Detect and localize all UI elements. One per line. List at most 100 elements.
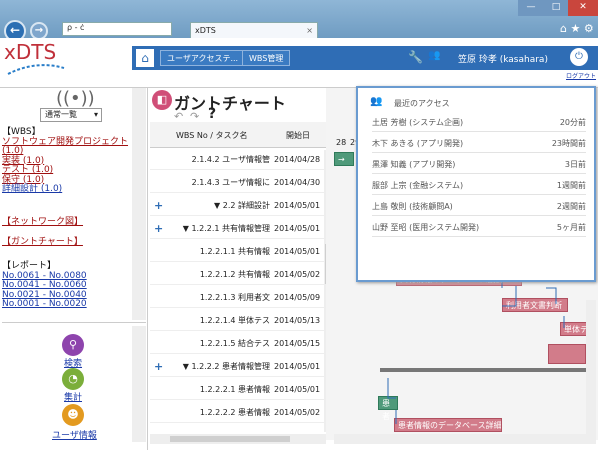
- gantt-chart-link[interactable]: 【ガントチャート】: [2, 237, 83, 248]
- recent-time: 5ヶ月前: [556, 223, 586, 232]
- recent-access-item[interactable]: 木下 あきる (アプリ開発) 23時間前: [372, 135, 586, 153]
- recent-access-item[interactable]: 土居 芳樹 (システム企画) 20分前: [372, 114, 586, 132]
- recent-access-item[interactable]: 山野 至昭 (医用システム開発) 5ヶ月前: [372, 219, 586, 237]
- table-row[interactable]: + ▼ 1.2.2.1 共有情報管理 2014/05/01: [150, 219, 326, 239]
- chart-icon[interactable]: ◔: [62, 368, 84, 390]
- report-section: 【レポート】 No.0061 - No.0080 No.0041 - No.00…: [2, 261, 87, 310]
- home-icon[interactable]: ⌂: [560, 22, 567, 35]
- task-start-date: 2014/05/01: [274, 385, 321, 394]
- h-scroll-thumb[interactable]: [170, 436, 290, 442]
- task-start-date: 2014/05/15: [274, 339, 321, 348]
- task-start-date: 2014/05/01: [274, 224, 321, 233]
- table-row[interactable]: 2.1.4.3 ユーザ情報に 2014/04/30: [150, 173, 326, 193]
- wbs-section: 【WBS】 ソフトウェア開発プロジェクト (1.0) 実装 (1.0) テスト …: [2, 127, 142, 195]
- user-name: 笠原 玲孝 (kasahara): [458, 55, 548, 65]
- col-start-date[interactable]: 開始日: [286, 130, 310, 141]
- recent-access-item[interactable]: 上島 敬則 (技術顧問A) 2週間前: [372, 198, 586, 216]
- tab-title: xDTS: [195, 26, 216, 35]
- breadcrumb-item-1[interactable]: ユーザアクセステ...: [160, 50, 246, 66]
- recent-user: 土居 芳樹 (システム企画): [372, 118, 464, 127]
- task-name: 1.2.2.1.1 共有情報: [199, 247, 270, 256]
- task-start-date: 2014/05/13: [274, 316, 321, 325]
- menu-summary-label[interactable]: 集計: [64, 390, 82, 403]
- logo-swoosh: [7, 64, 65, 75]
- task-name: ▼ 2.2 詳細設計: [214, 201, 270, 210]
- recent-time: 3日前: [564, 160, 586, 169]
- minimize-icon[interactable]: —: [518, 0, 544, 16]
- report-link[interactable]: No.0001 - No.0020: [2, 299, 87, 310]
- menu-user-info-label[interactable]: ユーザ情報: [52, 428, 97, 441]
- wbs-item[interactable]: 詳細設計 (1.0): [2, 184, 142, 195]
- task-name: 1.2.2.2.2 患者情報: [199, 408, 270, 417]
- recent-access-panel: 👥 最近のアクセス 土居 芳樹 (システム企画) 20分前 木下 あきる (アプリ開…: [356, 86, 596, 282]
- gantt-h-scrollbar[interactable]: [334, 434, 596, 444]
- network-diagram-link[interactable]: 【ネットワーク図】: [2, 217, 83, 228]
- recent-user: 上島 敬則 (技術顧問A): [372, 202, 453, 211]
- home-icon: ⌂: [141, 51, 149, 65]
- tab-close-icon[interactable]: ×: [306, 23, 313, 38]
- table-row[interactable]: 2.1.4.2 ユーザ情報管 2014/04/28: [150, 150, 326, 170]
- gear-icon[interactable]: ⚙: [584, 22, 594, 35]
- table-row[interactable]: 1.2.2.1.4 単体テス 2014/05/13: [150, 311, 326, 331]
- breadcrumb-item-2[interactable]: WBS管理: [242, 50, 291, 66]
- sidebar-divider: [2, 322, 146, 323]
- gantt-page-icon: ◧: [152, 90, 172, 110]
- task-name: 2.1.4.2 ユーザ情報管: [191, 155, 270, 164]
- browser-tab[interactable]: xDTS ×: [190, 22, 318, 38]
- recent-access-item[interactable]: 服部 上宗 (金融システム) 1週間前: [372, 177, 586, 195]
- app-logo[interactable]: xDTS: [4, 40, 56, 64]
- table-row[interactable]: 1.2.2.2.1 患者情報 2014/05/01: [150, 380, 326, 400]
- table-row[interactable]: 1.2.2.1.2 共有情報 2014/05/02: [150, 265, 326, 285]
- sidebar-scrollbar-bottom[interactable]: [132, 326, 146, 442]
- users-icon[interactable]: 👥: [428, 50, 440, 61]
- col-wbs-name[interactable]: WBS No / タスク名: [176, 130, 248, 141]
- browser-toolbar-icons[interactable]: ⌂ ★ ⚙: [560, 22, 594, 35]
- task-start-date: 2014/04/28: [274, 155, 321, 164]
- logout-link[interactable]: ログアウト: [566, 71, 596, 80]
- user-icon[interactable]: ☻: [62, 404, 84, 426]
- table-row[interactable]: + ▼ 1.2.2.2 患者情報管理 2014/05/01: [150, 357, 326, 377]
- recent-access-item[interactable]: 黒澤 知義 (アプリ開発) 3日前: [372, 156, 586, 174]
- project-link[interactable]: ソフトウェア開発プロジェクト: [2, 137, 142, 148]
- table-row[interactable]: 1.2.2.1.5 結合テス 2014/05/15: [150, 334, 326, 354]
- recent-time: 23時間前: [551, 139, 586, 148]
- logout-icon[interactable]: ⏻: [570, 48, 588, 66]
- sidebar-scrollbar-top[interactable]: [132, 88, 146, 320]
- address-text: ρ - ċ: [67, 23, 85, 32]
- task-name: 1.2.2.2.1 患者情報: [199, 385, 270, 394]
- task-name: 1.2.2.1.4 単体テス: [199, 316, 270, 325]
- star-icon[interactable]: ★: [570, 22, 580, 35]
- recent-user: 服部 上宗 (金融システム): [372, 181, 464, 190]
- wrench-icon[interactable]: 🔧: [408, 50, 423, 64]
- task-start-date: 2014/05/01: [274, 362, 321, 371]
- task-name: ▼ 1.2.2.2 患者情報管理: [182, 362, 270, 371]
- task-name: 2.1.4.3 ユーザ情報に: [191, 178, 270, 187]
- task-start-date: 2014/05/01: [274, 247, 321, 256]
- table-row[interactable]: 1.2.2.1.3 利用者文 2014/05/09: [150, 288, 326, 308]
- task-name: 1.2.2.1.3 利用者文: [199, 293, 270, 302]
- search-icon[interactable]: ⚲: [62, 334, 84, 356]
- table-row[interactable]: 1.2.2.2.2 患者情報 2014/05/02: [150, 403, 326, 423]
- view-select-value: 通常一覧: [45, 110, 77, 119]
- address-bar[interactable]: ρ - ċ: [62, 22, 172, 36]
- task-start-date: 2014/05/09: [274, 293, 321, 302]
- gantt-v-scrollbar[interactable]: [586, 300, 596, 434]
- table-row[interactable]: 1.2.2.1.1 共有情報 2014/05/01: [150, 242, 326, 262]
- recent-time: 1週間前: [556, 181, 586, 190]
- task-start-date: 2014/05/02: [274, 408, 321, 417]
- help-icon[interactable]: ?: [208, 106, 216, 122]
- window-close-icon[interactable]: ✕: [568, 0, 598, 16]
- task-start-date: 2014/05/02: [274, 270, 321, 279]
- forward-arrow-icon: →: [34, 25, 44, 36]
- grid-body: 2.1.4.2 ユーザ情報管 2014/04/28 2.1.4.3 ユーザ情報に 20…: [150, 150, 326, 430]
- view-select[interactable]: 通常一覧 ▾: [40, 108, 102, 122]
- panel-title: 最近のアクセス: [394, 99, 450, 108]
- signal-icon: ((•)): [56, 88, 95, 109]
- recent-user: 黒澤 知義 (アプリ開発): [372, 160, 456, 169]
- recent-time: 2週間前: [556, 202, 586, 211]
- maximize-icon[interactable]: □: [544, 0, 568, 16]
- home-button[interactable]: ⌂: [136, 49, 154, 67]
- back-arrow-icon: ←: [9, 23, 21, 37]
- grid-h-scrollbar[interactable]: [150, 434, 326, 444]
- table-row[interactable]: + ▼ 2.2 詳細設計 2014/05/01: [150, 196, 326, 216]
